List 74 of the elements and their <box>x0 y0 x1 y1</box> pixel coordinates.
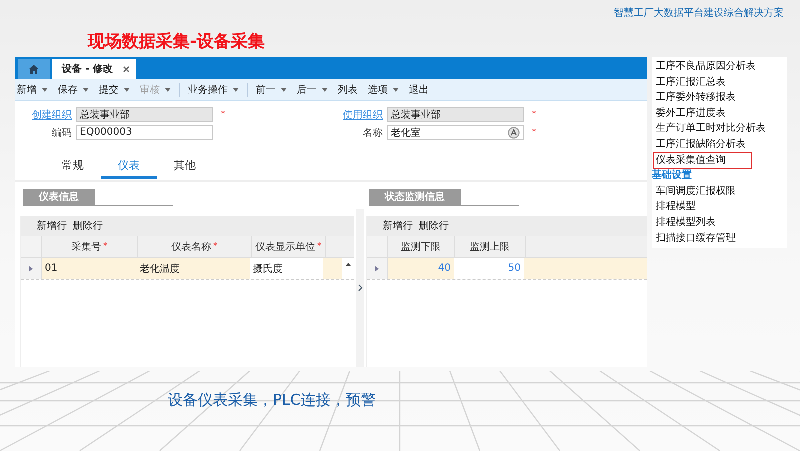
input-field[interactable]: 总装事业部 <box>387 107 524 122</box>
caret-icon <box>281 88 287 92</box>
grid-action-button[interactable]: 新增行 <box>37 219 67 233</box>
menu-item[interactable]: 工序不良品原因分析表 <box>656 59 787 75</box>
field-label: 名称 <box>362 126 384 140</box>
toolbar-button[interactable]: 保存 <box>58 82 95 96</box>
section-title: 仪表信息 <box>23 189 95 205</box>
toolbar-button[interactable]: 后一 <box>297 82 334 96</box>
menu-heading: 基础设置 <box>652 168 693 184</box>
required-mark: * <box>103 242 108 252</box>
table-cell: 01 <box>42 258 137 279</box>
menu-item[interactable]: 工序委外转移报表 <box>656 90 787 106</box>
required-mark: * <box>213 242 218 252</box>
caret-icon <box>322 88 328 92</box>
menu-item[interactable]: 工序汇报缺陷分析表 <box>656 136 787 153</box>
caret-icon <box>165 88 171 92</box>
grid-action-button[interactable]: 新增行 <box>383 219 413 233</box>
home-tab[interactable] <box>18 59 50 79</box>
grid-action-button[interactable]: 删除行 <box>73 219 103 233</box>
row-pointer-icon <box>29 266 33 272</box>
input-field[interactable]: EQ000003 <box>76 125 213 140</box>
grid-action-button[interactable]: 删除行 <box>419 219 449 233</box>
lookup-icon[interactable] <box>508 126 520 138</box>
slide-title: 现场数据采集-设备采集 <box>88 31 266 53</box>
caret-icon <box>233 88 239 92</box>
input-field[interactable]: 总装事业部 <box>76 107 213 122</box>
column-header: 仪表名称 * <box>138 236 252 257</box>
required-mark: * <box>532 110 536 120</box>
required-mark: * <box>221 110 226 120</box>
toolbar-button[interactable]: 选项 <box>368 82 405 96</box>
menu-item[interactable]: 仪表采集值查询 <box>654 152 751 168</box>
home-icon <box>29 64 39 74</box>
form-tab[interactable]: 常规 <box>45 158 101 179</box>
caret-icon <box>393 88 399 92</box>
toolbar-button[interactable]: 新增 <box>17 82 54 96</box>
toolbar-button[interactable]: 列表 <box>338 82 364 96</box>
row-pointer-icon <box>375 266 379 272</box>
document-tab[interactable]: 设备 - 修改 <box>52 59 136 79</box>
tab-label: 设备 - 修改 <box>62 62 114 76</box>
caret-icon <box>124 88 130 92</box>
menu-item[interactable]: 排程模型 <box>656 199 787 215</box>
menu-item[interactable]: 车间调度汇报权限 <box>656 184 787 200</box>
caret-icon <box>42 88 48 92</box>
menu-item[interactable]: 排程模型列表 <box>656 214 787 231</box>
menu-item[interactable]: 工序汇报汇总表 <box>656 74 787 90</box>
field-link[interactable]: 使用组织 <box>330 108 387 122</box>
toolbar-button[interactable]: 前一 <box>256 82 293 96</box>
column-header: 监测上限 <box>455 236 526 257</box>
column-header: 仪表显示单位 * <box>252 236 326 257</box>
field-link[interactable]: 创建组织 <box>15 108 76 122</box>
table-cell: 40 <box>388 258 454 279</box>
field-label: 编码 <box>51 126 73 140</box>
form-tab[interactable]: 仪表 <box>101 158 157 179</box>
chevron-icon[interactable] <box>358 284 362 292</box>
toolbar-button[interactable]: 退出 <box>409 82 435 96</box>
table-cell <box>323 258 342 279</box>
form-tab[interactable]: 其他 <box>157 158 213 179</box>
table-cell: 老化温度 <box>137 258 250 279</box>
menu-item[interactable]: 委外工序进度表 <box>656 106 787 122</box>
input-field[interactable]: 老化室 <box>387 125 524 140</box>
menu-item[interactable]: 生产订单工时对比分析表 <box>656 121 787 137</box>
toolbar-button[interactable]: 业务操作 <box>188 82 248 96</box>
column-header: 采集号 * <box>42 236 138 257</box>
toolbar-button[interactable]: 提交 <box>99 82 136 96</box>
up-arrow-icon[interactable] <box>346 263 350 266</box>
required-mark: * <box>532 128 536 138</box>
close-icon[interactable] <box>123 66 130 72</box>
menu-item[interactable]: 扫描接口缓存管理 <box>656 230 787 246</box>
column-header: 监测下限 <box>388 236 455 257</box>
required-mark: * <box>317 242 322 252</box>
slide-subtitle: 智慧工厂大数据平台建设综合解决方案 <box>614 6 784 20</box>
slide-caption: 设备仪表采集，PLC连接，预警 <box>168 391 377 410</box>
section-title: 状态监测信息 <box>369 189 461 205</box>
caret-icon <box>83 88 89 92</box>
